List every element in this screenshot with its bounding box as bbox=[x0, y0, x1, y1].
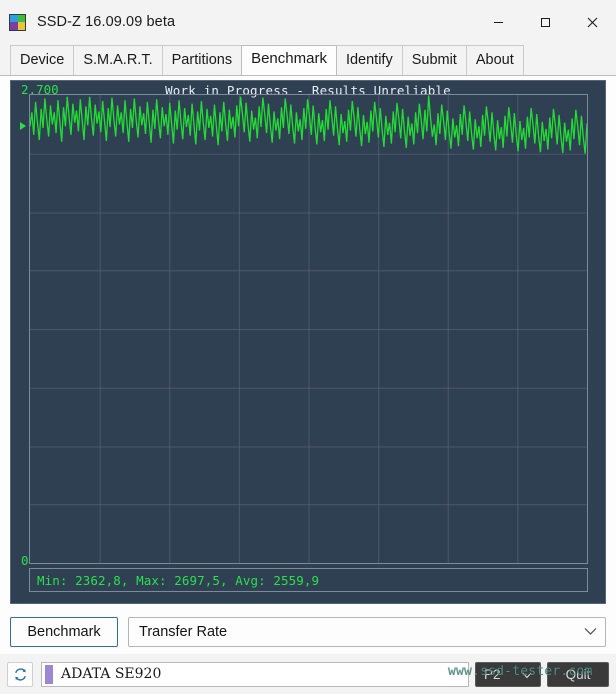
window-controls bbox=[475, 0, 616, 44]
drive-indicator-bar bbox=[45, 664, 53, 684]
transfer-rate-chart: Work in Progress - Results Unreliable 2.… bbox=[10, 80, 606, 604]
chart-plot-area bbox=[29, 94, 588, 564]
tab-smart[interactable]: S.M.A.R.T. bbox=[73, 45, 163, 75]
refresh-icon[interactable] bbox=[7, 661, 33, 687]
benchmark-mode-select[interactable]: Transfer Rate bbox=[128, 617, 606, 647]
benchmark-controls: Benchmark Transfer Rate bbox=[10, 617, 606, 647]
status-bar: ADATA SE920 P2 Quit bbox=[0, 654, 616, 694]
quit-label: Quit bbox=[565, 666, 591, 682]
chart-stats-text: Min: 2362,8, Max: 2697,5, Avg: 2559,9 bbox=[37, 572, 320, 588]
selected-drive-field[interactable]: ADATA SE920 bbox=[41, 661, 469, 687]
y-axis-min-label: 0 bbox=[21, 553, 29, 568]
minimize-icon[interactable] bbox=[475, 0, 522, 44]
benchmark-panel: Work in Progress - Results Unreliable 2.… bbox=[0, 75, 616, 654]
chart-stats-box: Min: 2362,8, Max: 2697,5, Avg: 2559,9 bbox=[29, 568, 588, 592]
cursor-marker-icon bbox=[20, 122, 26, 130]
tab-about[interactable]: About bbox=[465, 45, 524, 75]
chevron-down-icon bbox=[584, 623, 597, 641]
tab-device[interactable]: Device bbox=[10, 45, 75, 75]
close-icon[interactable] bbox=[569, 0, 616, 44]
chart-trace-svg bbox=[30, 95, 587, 563]
tab-submit[interactable]: Submit bbox=[401, 45, 467, 75]
tab-partitions[interactable]: Partitions bbox=[161, 45, 243, 75]
maximize-icon[interactable] bbox=[522, 0, 569, 44]
benchmark-mode-value: Transfer Rate bbox=[139, 624, 228, 640]
ssdz-logo-icon bbox=[9, 13, 26, 31]
tab-identify[interactable]: Identify bbox=[335, 45, 403, 75]
tab-bar: Device S.M.A.R.T. Partitions Benchmark I… bbox=[0, 44, 616, 75]
title-bar: SSD-Z 16.09.09 beta bbox=[0, 0, 616, 44]
drive-name-label: ADATA SE920 bbox=[61, 666, 162, 682]
tab-benchmark[interactable]: Benchmark bbox=[241, 45, 337, 75]
window-title: SSD-Z 16.09.09 beta bbox=[37, 14, 176, 30]
chevron-down-icon bbox=[522, 667, 532, 682]
page-select-label: P2 bbox=[484, 666, 501, 682]
quit-button[interactable]: Quit bbox=[547, 661, 609, 687]
run-benchmark-button[interactable]: Benchmark bbox=[10, 617, 118, 647]
ssdz-main-window: SSD-Z 16.09.09 beta Device S.M.A.R.T. Pa… bbox=[0, 0, 616, 694]
page-select-button[interactable]: P2 bbox=[475, 661, 541, 687]
